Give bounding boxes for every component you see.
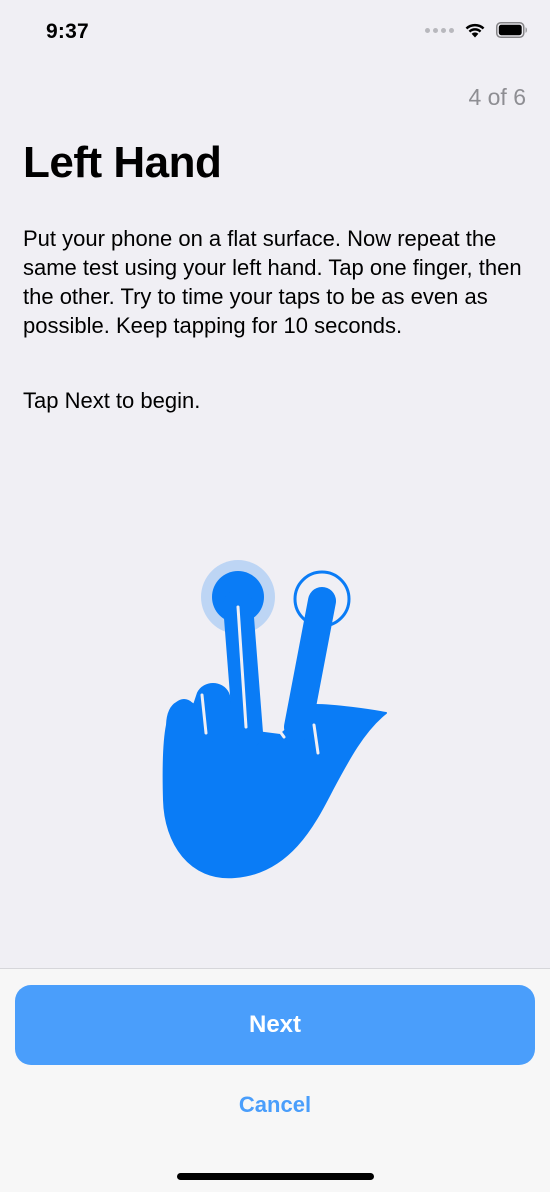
- page-title: Left Hand: [23, 138, 222, 187]
- wifi-icon: [465, 23, 485, 38]
- prompt-text: Tap Next to begin.: [23, 388, 201, 413]
- home-indicator[interactable]: [177, 1173, 374, 1180]
- footer: Next Cancel: [0, 968, 550, 1192]
- battery-icon: [496, 22, 527, 38]
- cancel-button[interactable]: Cancel: [175, 1085, 375, 1125]
- two-finger-tap-hand-icon: [162, 560, 387, 879]
- status-icons: [425, 22, 528, 38]
- instructions-text: Put your phone on a flat surface. Now re…: [23, 226, 522, 338]
- status-bar: 9:37: [0, 0, 550, 66]
- next-button[interactable]: Next: [15, 985, 535, 1065]
- cellular-signal-icon: [425, 27, 454, 33]
- status-time: 9:37: [46, 20, 89, 43]
- step-counter: 4 of 6: [468, 84, 526, 110]
- hand-shape: [162, 587, 387, 879]
